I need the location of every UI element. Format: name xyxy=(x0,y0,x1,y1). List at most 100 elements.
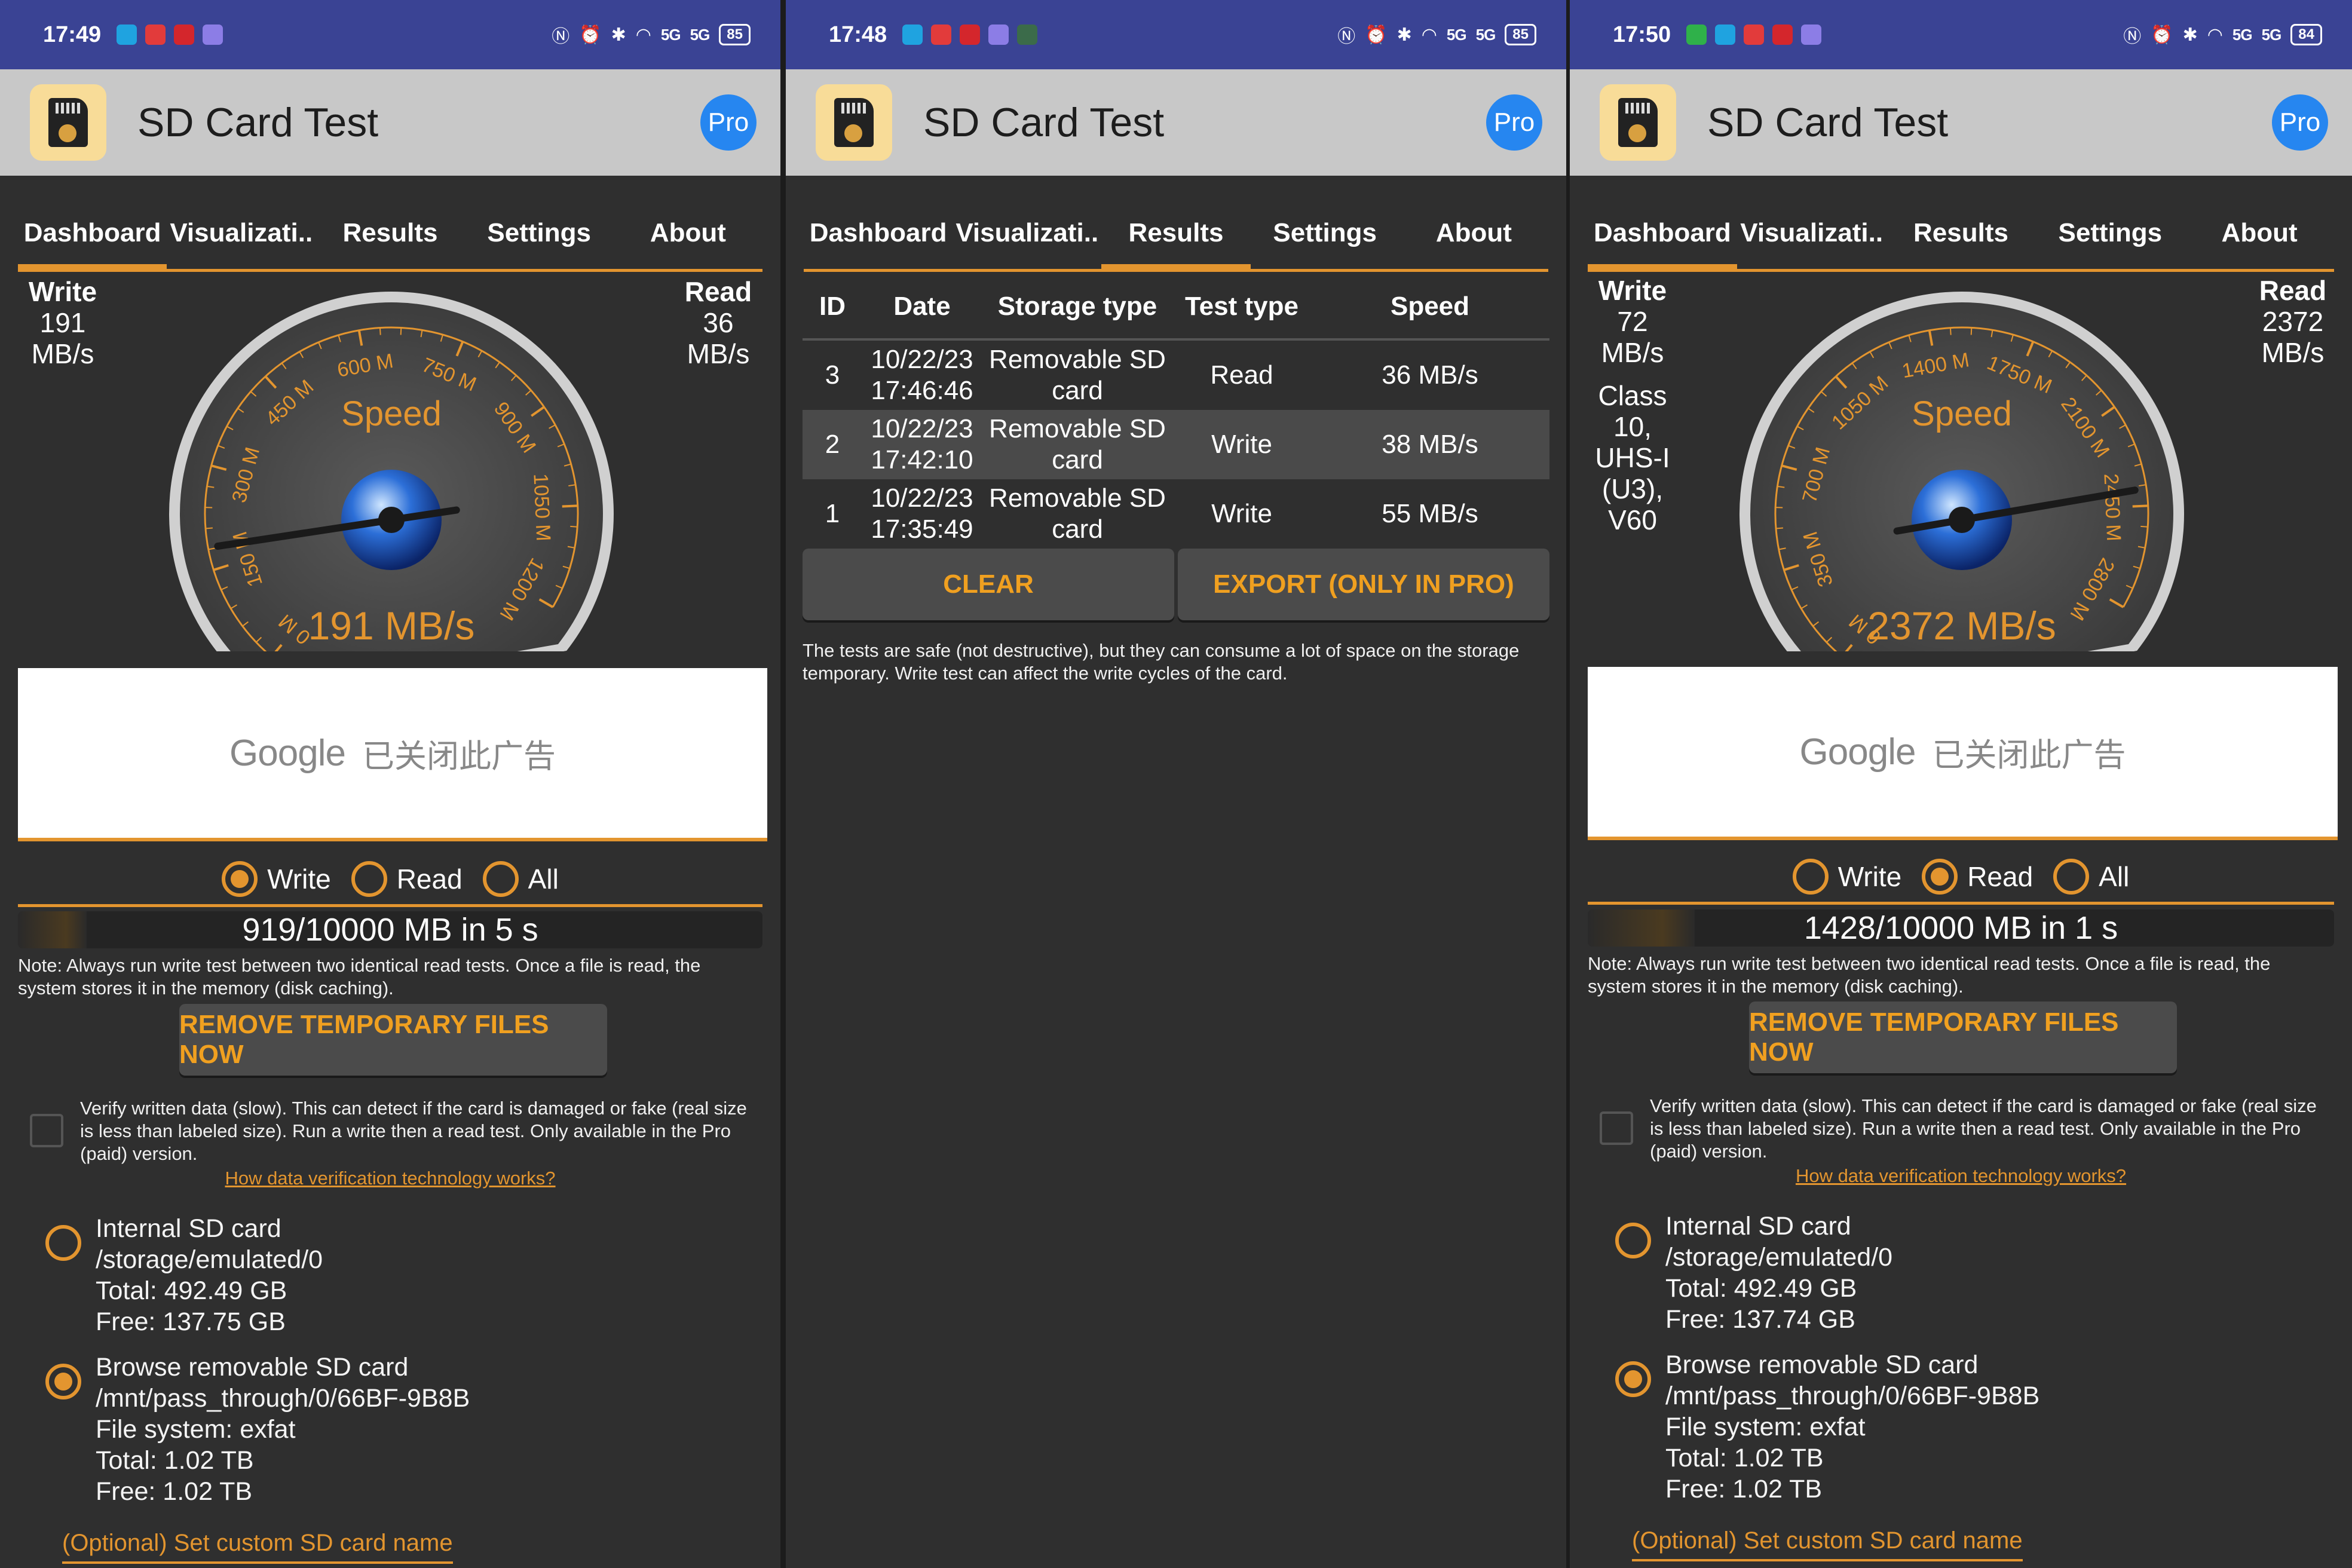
read-label: Read xyxy=(2259,275,2327,306)
pro-button[interactable]: Pro xyxy=(1486,94,1542,151)
cell-id: 2 xyxy=(825,430,840,459)
clear-button[interactable]: CLEAR xyxy=(803,549,1174,620)
tab-visualization[interactable]: Visualizati.. xyxy=(953,212,1101,269)
tab-about[interactable]: About xyxy=(2185,212,2334,269)
signal-icon: 5G xyxy=(660,25,681,44)
progress-text: 919/10000 MB in 5 s xyxy=(242,912,538,948)
custom-name-link[interactable]: (Optional) Set custom SD card name xyxy=(1632,1527,2023,1561)
table-row[interactable]: 3 10/22/23 17:46:46 Removable SD card Re… xyxy=(803,341,1549,410)
app-notification-icon xyxy=(902,24,923,45)
notification-icons xyxy=(1686,24,1822,45)
radio-read-label: Read xyxy=(1967,860,2034,892)
results-table: ID Date Storage type Test type Speed 3 1… xyxy=(803,275,1549,549)
verify-option: Verify written data (slow). This can det… xyxy=(1600,1095,2334,1163)
custom-name-link[interactable]: (Optional) Set custom SD card name xyxy=(62,1530,453,1564)
status-time: 17:48 xyxy=(829,22,887,47)
tab-settings[interactable]: Settings xyxy=(465,212,614,269)
read-value: 2372 MB/s xyxy=(2261,306,2325,368)
verify-help-link[interactable]: How data verification technology works? xyxy=(0,1168,780,1189)
google-logo: Google xyxy=(229,732,346,774)
app-notification-icon xyxy=(1686,24,1707,45)
pro-button[interactable]: Pro xyxy=(700,94,757,151)
removable-sd-radio-icon xyxy=(45,1364,81,1399)
cell-id: 3 xyxy=(825,360,840,390)
nfc-icon: Ⓝ xyxy=(552,27,570,47)
radio-write[interactable]: Write xyxy=(222,860,331,897)
remove-temp-files-button[interactable]: REMOVE TEMPORARY FILES NOW xyxy=(1749,1002,2177,1073)
radio-read-icon xyxy=(351,860,387,897)
tab-results[interactable]: Results xyxy=(1101,212,1251,269)
gauge-tick xyxy=(570,525,578,528)
radio-all[interactable]: All xyxy=(2053,858,2129,895)
tab-visualization[interactable]: Visualizati.. xyxy=(167,212,316,269)
alarm-icon: ⏰ xyxy=(1365,24,1388,45)
tab-about[interactable]: About xyxy=(614,212,762,269)
removable-sd-total: Total: 1.02 TB xyxy=(1665,1444,1824,1472)
export-button[interactable]: EXPORT (ONLY IN PRO) xyxy=(1178,549,1549,620)
table-row[interactable]: 2 10/22/23 17:42:10 Removable SD card Wr… xyxy=(803,410,1549,479)
removable-sd-name: Browse removable SD card xyxy=(96,1353,409,1382)
tab-about[interactable]: About xyxy=(1399,212,1548,269)
signal-icon: 5G xyxy=(690,25,710,44)
tab-dashboard[interactable]: Dashboard xyxy=(804,212,953,269)
test-mode-radios: Write Read All xyxy=(18,853,762,907)
radio-read[interactable]: Read xyxy=(1922,858,2034,895)
gauge-tick xyxy=(379,327,381,335)
radio-write-label: Write xyxy=(267,863,331,895)
system-icons: Ⓝ ⏰ ✱ ◠ 5G 5G 84 xyxy=(2123,22,2322,48)
ad-banner[interactable]: Google 已关闭此广告 xyxy=(1588,667,2338,840)
internal-sd-option[interactable]: Internal SD card /storage/emulated/0 Tot… xyxy=(45,1213,323,1337)
header-speed: Speed xyxy=(1390,292,1470,321)
gauge-tick-label: 2450 M xyxy=(2099,473,2125,542)
radio-write[interactable]: Write xyxy=(1792,858,1901,895)
ad-banner[interactable]: Google 已关闭此广告 xyxy=(18,668,767,841)
header-test-type: Test type xyxy=(1185,292,1298,321)
radio-read-label: Read xyxy=(396,863,463,895)
bluetooth-icon: ✱ xyxy=(1396,24,1412,45)
radio-read-icon xyxy=(1922,858,1958,895)
gauge-tick xyxy=(1775,527,1784,529)
internal-sd-free: Free: 137.74 GB xyxy=(1665,1305,1855,1334)
battery-icon: 84 xyxy=(2290,24,2322,45)
tab-visualization[interactable]: Visualizati.. xyxy=(1737,212,1886,269)
remove-temp-files-button[interactable]: REMOVE TEMPORARY FILES NOW xyxy=(179,1004,607,1076)
tab-results[interactable]: Results xyxy=(316,212,464,269)
write-label: Write xyxy=(1598,275,1667,306)
tab-bar: Dashboard Visualizati.. Results Settings… xyxy=(1588,212,2334,272)
app-notification-icon xyxy=(203,24,223,45)
internal-sd-path: /storage/emulated/0 xyxy=(1665,1243,1893,1272)
removable-sd-fs: File system: exfat xyxy=(96,1415,296,1444)
battery-icon: 85 xyxy=(719,24,751,45)
removable-sd-free: Free: 1.02 TB xyxy=(1665,1475,1823,1503)
tab-dashboard[interactable]: Dashboard xyxy=(18,212,167,269)
app-notification-icon xyxy=(1715,24,1736,45)
results-actions: CLEAR EXPORT (ONLY IN PRO) xyxy=(803,549,1549,623)
gauge-title: Speed xyxy=(1912,394,2012,433)
tab-bar: Dashboard Visualizati.. Results Settings… xyxy=(18,212,762,272)
pro-button[interactable]: Pro xyxy=(2272,94,2328,151)
removable-sd-option[interactable]: Browse removable SD card /mnt/pass_throu… xyxy=(45,1352,470,1507)
internal-sd-option[interactable]: Internal SD card /storage/emulated/0 Tot… xyxy=(1615,1211,1892,1335)
tab-settings[interactable]: Settings xyxy=(2035,212,2185,269)
verify-checkbox[interactable] xyxy=(30,1114,63,1147)
verify-help-link[interactable]: How data verification technology works? xyxy=(1570,1165,2352,1187)
verify-checkbox[interactable] xyxy=(1600,1111,1633,1145)
header-storage-type: Storage type xyxy=(997,292,1157,321)
signal-icon: 5G xyxy=(1446,25,1467,44)
radio-read[interactable]: Read xyxy=(351,860,463,897)
app-notification-icon xyxy=(1772,24,1793,45)
cell-test-type: Read xyxy=(1210,360,1273,390)
radio-all[interactable]: All xyxy=(482,860,559,897)
progress-text: 1428/10000 MB in 1 s xyxy=(1803,910,2118,946)
screen-dashboard-read: 17:50 Ⓝ ⏰ ✱ ◠ 5G 5G 84 SD Card Test Pro … xyxy=(1570,0,2352,1568)
table-row[interactable]: 1 10/22/23 17:35:49 Removable SD card Wr… xyxy=(803,479,1549,549)
tab-settings[interactable]: Settings xyxy=(1251,212,1399,269)
removable-sd-option[interactable]: Browse removable SD card /mnt/pass_throu… xyxy=(1615,1349,2039,1505)
read-value: 36 MB/s xyxy=(687,307,750,369)
removable-sd-fs: File system: exfat xyxy=(1665,1413,1866,1441)
app-title: SD Card Test xyxy=(1707,100,1949,145)
tab-dashboard[interactable]: Dashboard xyxy=(1588,212,1737,269)
read-speed: Read 2372 MB/s xyxy=(2248,275,2338,368)
system-icons: Ⓝ ⏰ ✱ ◠ 5G 5G 85 xyxy=(552,22,751,48)
tab-results[interactable]: Results xyxy=(1886,212,2036,269)
